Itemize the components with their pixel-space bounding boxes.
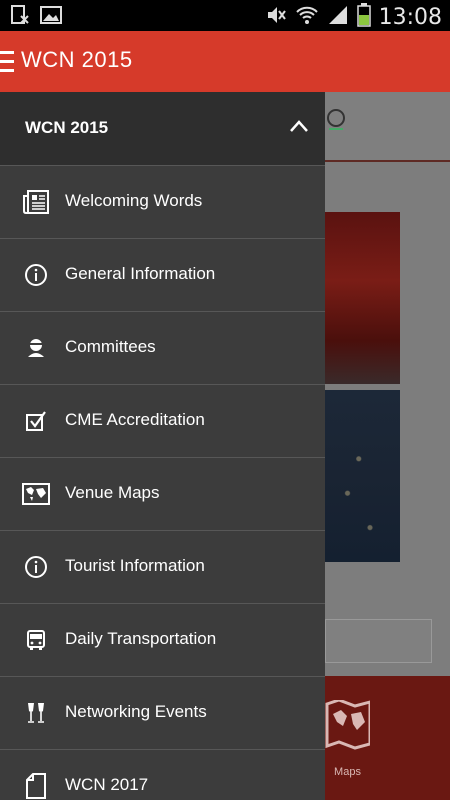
drawer-item-label: Welcoming Words (65, 191, 203, 210)
bus-icon (22, 627, 50, 653)
drawer-section-header[interactable]: WCN 2015 (0, 92, 325, 166)
city-image[interactable] (325, 390, 400, 562)
drawer-item-label: Networking Events (65, 702, 207, 721)
app-title: WCN 2015 (21, 47, 133, 72)
newspaper-icon (22, 189, 50, 215)
drawer-item-label: General Information (65, 264, 216, 283)
hamburger-menu-icon[interactable] (0, 51, 14, 73)
drawer-item-general-information[interactable]: General Information (0, 239, 325, 312)
battery-icon (356, 3, 371, 32)
content-field[interactable] (325, 619, 432, 663)
drawer-item-welcoming-words[interactable]: Welcoming Words (0, 166, 325, 239)
signal-icon (327, 4, 349, 31)
maps-tile[interactable]: Maps (325, 676, 450, 800)
world-map-icon (325, 700, 370, 750)
drawer-item-tourist-information[interactable]: Tourist Information (0, 531, 325, 604)
banner-image[interactable] (325, 212, 400, 384)
maps-tile-label: Maps (334, 766, 361, 778)
clock: 13:08 (378, 5, 442, 30)
chevron-up-icon[interactable] (289, 119, 309, 133)
person-icon (22, 335, 50, 361)
info-icon (22, 554, 50, 580)
drawer-item-venue-maps[interactable]: Venue Maps (0, 458, 325, 531)
logo-icon (327, 109, 345, 130)
drawer-item-networking-events[interactable]: Networking Events (0, 677, 325, 750)
drawer-item-label: Venue Maps (65, 483, 160, 502)
drawer-item-label: CME Accreditation (65, 410, 205, 429)
drawer-item-cme-accreditation[interactable]: CME Accreditation (0, 385, 325, 458)
sim-notification-icon (10, 5, 30, 30)
drawer-item-label: Daily Transportation (65, 629, 217, 648)
drawer-section-title: WCN 2015 (25, 118, 109, 137)
drawer-item-label: Committees (65, 337, 156, 356)
image-notification-icon (40, 5, 62, 30)
drawer-item-committees[interactable]: Committees (0, 312, 325, 385)
app-bar: WCN 2015 (0, 31, 450, 92)
mute-icon (265, 4, 287, 31)
drawer-item-daily-transportation[interactable]: Daily Transportation (0, 604, 325, 677)
document-icon (22, 773, 50, 799)
wifi-icon (295, 4, 319, 31)
drawer-item-label: WCN 2017 (65, 775, 149, 794)
status-bar: 13:08 (0, 0, 450, 31)
drawer-item-label: Tourist Information (65, 556, 205, 575)
info-icon (22, 262, 50, 288)
checkbox-icon (22, 408, 50, 434)
drawer-item-wcn-2017[interactable]: WCN 2017 (0, 750, 325, 800)
navigation-drawer: WCN 2015 Welcoming Words General Informa… (0, 92, 325, 800)
world-map-icon (22, 481, 50, 507)
glasses-toast-icon (22, 700, 50, 726)
